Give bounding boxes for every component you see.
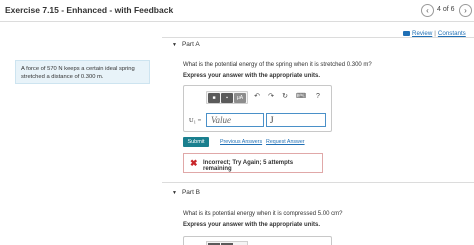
chevron-right-icon[interactable]: › <box>459 4 472 17</box>
feedback-text: Incorrect; Try Again; 5 attempts remaini… <box>203 160 294 172</box>
feedback-box: ✖ Incorrect; Try Again; 5 attempts remai… <box>183 153 323 173</box>
chevron-left-icon[interactable]: ‹ <box>421 4 434 17</box>
units-input[interactable]: J <box>266 113 326 127</box>
variable-label: U₁ = <box>189 117 202 124</box>
caret-down-icon: ▼ <box>172 42 177 48</box>
help-icon[interactable]: ? <box>313 92 323 102</box>
divider <box>162 37 474 38</box>
page-title: Exercise 7.15 - Enhanced - with Feedback <box>5 5 174 15</box>
keyboard-icon[interactable]: ⌨ <box>296 92 306 102</box>
undo-icon[interactable]: ↶ <box>252 92 262 102</box>
link-separator: | <box>434 30 436 37</box>
math-toolbar: ■ ▪ μA ↶ ↷ ↻ ⌨ ? <box>206 91 329 104</box>
part-a-question: What is the potential energy of the spri… <box>183 62 372 68</box>
page-count: 4 of 6 <box>437 6 455 13</box>
part-b-label: Part B <box>181 189 201 196</box>
incorrect-icon: ✖ <box>190 158 198 168</box>
value-input[interactable]: Value <box>206 113 264 127</box>
problem-statement: A force of 570 N keeps a certain ideal s… <box>15 60 150 84</box>
review-link[interactable]: Review <box>412 30 432 37</box>
answer-entry-box: ■ ▪ μA ↶ ↷ ↻ ⌨ ? U₁ = Value J <box>183 85 332 132</box>
part-a-header[interactable]: ▼ Part A <box>172 41 200 48</box>
template-button[interactable]: ■ <box>208 93 220 103</box>
review-icon <box>403 30 410 36</box>
request-answer-link[interactable]: Request Answer <box>266 139 305 145</box>
part-a-instruction: Express your answer with the appropriate… <box>183 73 321 79</box>
resource-links: Review | Constants <box>403 30 466 37</box>
units-button[interactable]: μA <box>234 93 246 103</box>
redo-icon[interactable]: ↷ <box>266 92 276 102</box>
caret-down-icon: ▼ <box>172 190 177 196</box>
submit-button[interactable]: Submit <box>183 137 209 147</box>
part-b-instruction: Express your answer with the appropriate… <box>183 222 321 228</box>
previous-answers-link[interactable]: Previous Answers <box>220 139 262 145</box>
part-b-question: What is its potential energy when it is … <box>183 211 343 217</box>
top-header: Exercise 7.15 - Enhanced - with Feedback… <box>0 0 474 22</box>
template-tool-group: ■ ▪ μA <box>206 91 248 104</box>
fraction-template-button[interactable]: ▪ <box>221 93 233 103</box>
part-b-toolbar <box>206 241 248 245</box>
part-b-answer-box <box>183 236 332 245</box>
constants-link[interactable]: Constants <box>438 30 466 37</box>
part-b-header[interactable]: ▼ Part B <box>172 189 200 196</box>
reset-icon[interactable]: ↻ <box>280 92 290 102</box>
divider <box>162 182 474 183</box>
part-a-label: Part A <box>181 41 200 48</box>
